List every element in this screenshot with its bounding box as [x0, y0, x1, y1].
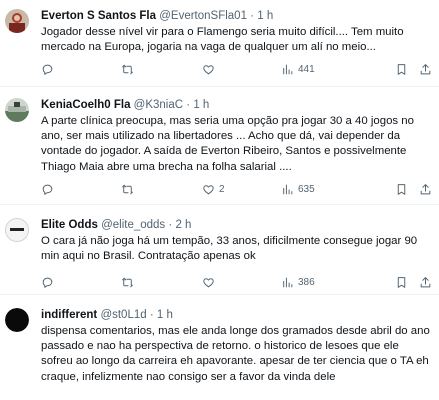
retweet-icon — [122, 277, 133, 287]
tweet[interactable]: Elite Odds @elite_odds · 2 h O cara já n… — [0, 205, 439, 295]
tweet-header: KeniaCoelh0 Fla @K3niaC · 1 h — [41, 98, 433, 112]
retweet-icon — [122, 184, 133, 194]
action-bar: 2 635 — [41, 181, 431, 197]
tweet[interactable]: KeniaCoelh0 Fla @K3niaC · 1 h A parte cl… — [0, 87, 439, 205]
separator: · — [186, 99, 191, 111]
views-icon — [283, 64, 293, 74]
bookmark-icon — [397, 63, 406, 75]
reply-button[interactable] — [41, 61, 58, 77]
retweet-button[interactable] — [121, 181, 138, 197]
share-button[interactable] — [419, 61, 432, 77]
share-button[interactable] — [419, 181, 432, 197]
author-handle[interactable]: @K3niaC — [134, 99, 183, 111]
author-name[interactable]: Elite Odds — [41, 219, 98, 231]
views-button[interactable]: 386 — [281, 274, 315, 290]
timestamp[interactable]: 1 h — [257, 10, 273, 22]
retweet-icon — [122, 64, 133, 74]
tweet-header: Everton S Santos Fla @EvertonSFla01 · 1 … — [41, 9, 433, 23]
retweet-button[interactable] — [121, 61, 138, 77]
views-button[interactable]: 635 — [281, 181, 315, 197]
tweet-text: O cara já não joga há um tempão, 33 anos… — [41, 235, 418, 263]
author-name[interactable]: KeniaCoelh0 Fla — [41, 99, 130, 111]
separator: · — [168, 219, 173, 231]
tweet[interactable]: Everton S Santos Fla @EvertonSFla01 · 1 … — [0, 0, 439, 87]
reply-icon — [42, 277, 53, 288]
author-name[interactable]: Everton S Santos Fla — [41, 10, 156, 22]
bookmark-button[interactable] — [395, 274, 408, 290]
avatar[interactable] — [5, 98, 29, 122]
share-button[interactable] — [419, 274, 432, 290]
tweet-header: indifferent @st0L1d · 1 h — [41, 308, 433, 322]
avatar[interactable] — [5, 9, 29, 33]
tweet-text: dispensa comentarios, mas ele anda longe… — [41, 325, 430, 383]
like-button[interactable]: 2 — [202, 181, 225, 197]
share-icon — [420, 63, 431, 74]
heart-icon — [203, 277, 214, 287]
views-count: 441 — [298, 63, 315, 75]
tweet-text: Jogador desse nível vir para o Flamengo … — [41, 26, 404, 54]
bookmark-button[interactable] — [395, 61, 408, 77]
views-icon — [283, 277, 293, 287]
author-handle[interactable]: @EvertonSFla01 — [159, 10, 247, 22]
author-handle[interactable]: @st0L1d — [100, 309, 146, 321]
share-icon — [420, 183, 431, 194]
bookmark-icon — [397, 183, 406, 195]
author-handle[interactable]: @elite_odds — [101, 219, 165, 231]
timestamp[interactable]: 2 h — [175, 219, 191, 231]
reply-icon — [42, 64, 53, 75]
bookmark-button[interactable] — [395, 181, 408, 197]
tweet-text: A parte clínica preocupa, mas seria uma … — [41, 115, 414, 173]
like-button[interactable] — [202, 274, 219, 290]
avatar[interactable] — [5, 308, 29, 332]
heart-icon — [203, 184, 214, 194]
bookmark-icon — [397, 276, 406, 288]
views-button[interactable]: 441 — [281, 61, 315, 77]
like-button[interactable] — [202, 61, 219, 77]
views-count: 635 — [298, 183, 315, 195]
separator: · — [250, 10, 255, 22]
action-bar: 386 — [41, 274, 431, 290]
views-count: 386 — [298, 276, 315, 288]
views-icon — [283, 184, 293, 194]
timestamp[interactable]: 1 h — [193, 99, 209, 111]
retweet-button[interactable] — [121, 274, 138, 290]
tweet[interactable]: indifferent @st0L1d · 1 h dispensa comen… — [0, 295, 439, 400]
reply-icon — [42, 184, 53, 195]
like-count: 2 — [219, 183, 225, 195]
timestamp[interactable]: 1 h — [157, 309, 173, 321]
action-bar: 441 — [41, 61, 431, 77]
reply-button[interactable] — [41, 181, 58, 197]
avatar[interactable] — [5, 218, 29, 242]
share-icon — [420, 276, 431, 287]
separator: · — [149, 309, 154, 321]
reply-button[interactable] — [41, 274, 58, 290]
author-name[interactable]: indifferent — [41, 309, 97, 321]
heart-icon — [203, 64, 214, 74]
tweet-header: Elite Odds @elite_odds · 2 h — [41, 218, 433, 232]
